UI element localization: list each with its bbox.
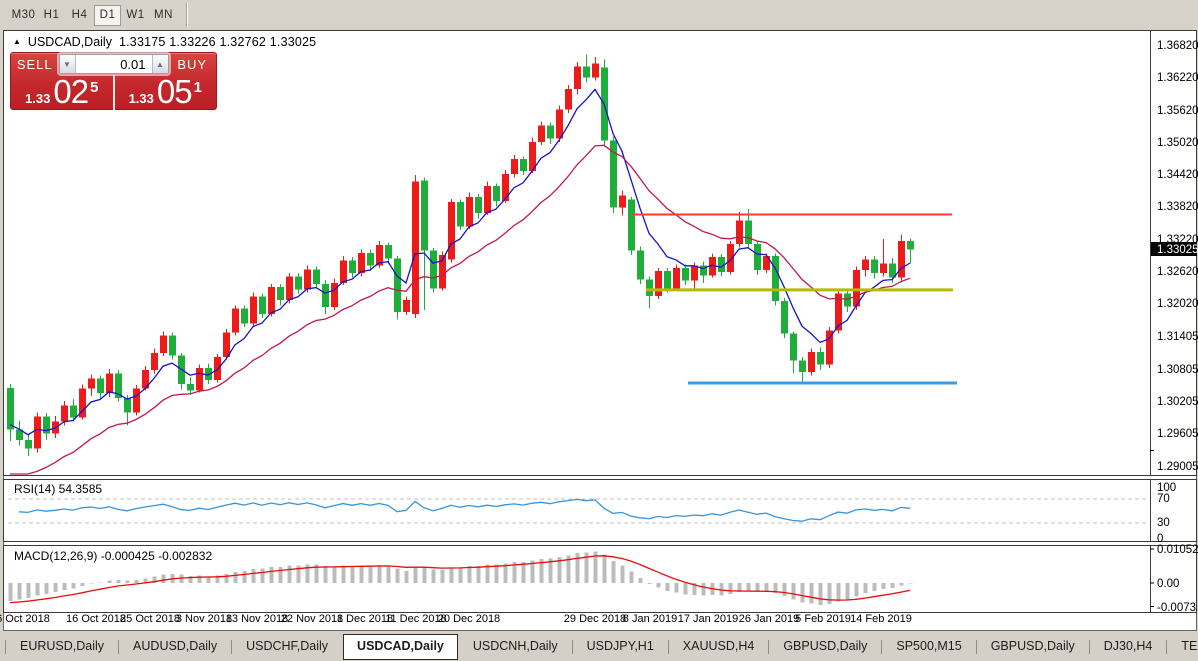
tab-divider xyxy=(768,640,769,654)
buy-button[interactable]: BUY xyxy=(169,57,217,72)
tab-divider xyxy=(1089,640,1090,654)
tab-XAUUSD-H4[interactable]: XAUUSD,H4 xyxy=(670,633,768,661)
macd-label: MACD(12,26,9) -0.000425 -0.002832 xyxy=(14,549,212,563)
price-tick: 1.32620 xyxy=(1157,266,1198,278)
ask-price-button[interactable]: 1.33 05 1 xyxy=(115,75,217,110)
tab-USDCHF-Daily[interactable]: USDCHF,Daily xyxy=(233,633,341,661)
date-label: 8 Jan 2019 xyxy=(623,613,677,625)
trading-terminal: M30H1H4D1W1MN 1.368201.362201.356201.350… xyxy=(0,0,1198,661)
chart-title: ▲ USDCAD,Daily 1.33175 1.33226 1.32762 1… xyxy=(13,35,316,49)
tab-divider xyxy=(1166,640,1167,654)
one-click-trade-panel: SELL ▼ ▲ BUY 1.33 02 5 1.33 05 1 xyxy=(10,52,217,110)
tab-divider xyxy=(5,640,6,654)
bid-prefix: 1.33 xyxy=(25,91,50,106)
tab-SP500-M15[interactable]: SP500,M15 xyxy=(883,633,974,661)
tab-divider xyxy=(668,640,669,654)
price-tick: 1.35020 xyxy=(1157,137,1198,149)
ask-big-digits: 05 xyxy=(157,75,192,108)
rsi-label: RSI(14) 54.3585 xyxy=(14,482,102,496)
tab-USDCAD-Daily[interactable]: USDCAD,Daily xyxy=(343,634,458,660)
tab-divider xyxy=(976,640,977,654)
macd-tick: -0.0073 xyxy=(1157,602,1196,614)
symbol-tab-bar: EURUSD,DailyAUDUSD,DailyUSDCHF,DailyUSDC… xyxy=(0,633,1198,661)
price-tick: 1.30205 xyxy=(1157,396,1198,408)
price-tick: 1.36820 xyxy=(1157,40,1198,52)
date-label: 17 Jan 2019 xyxy=(678,613,739,625)
ask-pip-digit: 1 xyxy=(194,79,202,96)
tab-TECH100-H1[interactable]: TECH100,H1 xyxy=(1168,633,1198,661)
price-tick: 1.30805 xyxy=(1157,364,1198,376)
date-label: 29 Dec 2018 xyxy=(564,613,626,625)
trade-panel-prices: 1.33 02 5 1.33 05 1 xyxy=(11,75,216,110)
bid-big-digits: 02 xyxy=(53,75,88,108)
price-tick: 1.35620 xyxy=(1157,105,1198,117)
trade-panel-top-row: SELL ▼ ▲ BUY xyxy=(11,53,216,75)
price-tick: 1.33820 xyxy=(1157,201,1198,213)
tab-divider xyxy=(118,640,119,654)
price-tick: 1.34420 xyxy=(1157,169,1198,181)
price-tick: 1.29005 xyxy=(1157,461,1198,473)
collapse-triangle-icon[interactable]: ▲ xyxy=(13,37,21,46)
date-label: 3 Nov 2018 xyxy=(176,613,232,625)
bid-price-button[interactable]: 1.33 02 5 xyxy=(11,75,115,110)
price-tick: 1.32020 xyxy=(1157,298,1198,310)
bid-pip-digit: 5 xyxy=(90,79,98,96)
date-label: 6 Oct 2018 xyxy=(0,613,50,625)
tab-divider xyxy=(881,640,882,654)
volume-stepper: ▼ ▲ xyxy=(59,54,169,74)
tab-AUDUSD-Daily[interactable]: AUDUSD,Daily xyxy=(120,633,230,661)
macd-tick: 0.00 xyxy=(1157,578,1179,590)
chart-ohlc-values: 1.33175 1.33226 1.32762 1.33025 xyxy=(119,35,316,49)
date-label: 20 Dec 2018 xyxy=(438,613,500,625)
date-label: 26 Jan 2019 xyxy=(739,613,800,625)
tab-DJ30-H4[interactable]: DJ30,H4 xyxy=(1091,633,1166,661)
tab-divider xyxy=(231,640,232,654)
tab-GBPUSD-Daily[interactable]: GBPUSD,Daily xyxy=(978,633,1088,661)
current-price-value: 1.33025 xyxy=(1157,244,1198,256)
volume-decrease-icon[interactable]: ▼ xyxy=(60,55,76,73)
volume-input[interactable] xyxy=(76,55,152,73)
date-label: 16 Oct 2018 xyxy=(66,613,126,625)
tab-divider xyxy=(572,640,573,654)
price-tick: 1.31405 xyxy=(1157,331,1198,343)
ask-prefix: 1.33 xyxy=(129,91,154,106)
macd-tick: 0.010525 xyxy=(1157,544,1198,556)
volume-increase-icon[interactable]: ▲ xyxy=(152,55,168,73)
date-label: 5 Feb 2019 xyxy=(795,613,851,625)
tab-EURUSD-Daily[interactable]: EURUSD,Daily xyxy=(7,633,117,661)
rsi-tick: 70 xyxy=(1157,493,1170,505)
tab-USDJPY-H1[interactable]: USDJPY,H1 xyxy=(574,633,667,661)
price-tick: 1.29605 xyxy=(1157,428,1198,440)
date-label: 22 Nov 2018 xyxy=(281,613,343,625)
sell-button[interactable]: SELL xyxy=(11,57,59,72)
tab-GBPUSD-Daily[interactable]: GBPUSD,Daily xyxy=(770,633,880,661)
rsi-tick: 30 xyxy=(1157,517,1170,529)
chart-symbol-label: USDCAD,Daily xyxy=(28,35,112,49)
tab-USDCNH-Daily[interactable]: USDCNH,Daily xyxy=(460,633,571,661)
date-label: 25 Oct 2018 xyxy=(120,613,180,625)
price-tick: 1.36220 xyxy=(1157,72,1198,84)
date-label: 13 Nov 2018 xyxy=(226,613,288,625)
date-label: 14 Feb 2019 xyxy=(850,613,912,625)
